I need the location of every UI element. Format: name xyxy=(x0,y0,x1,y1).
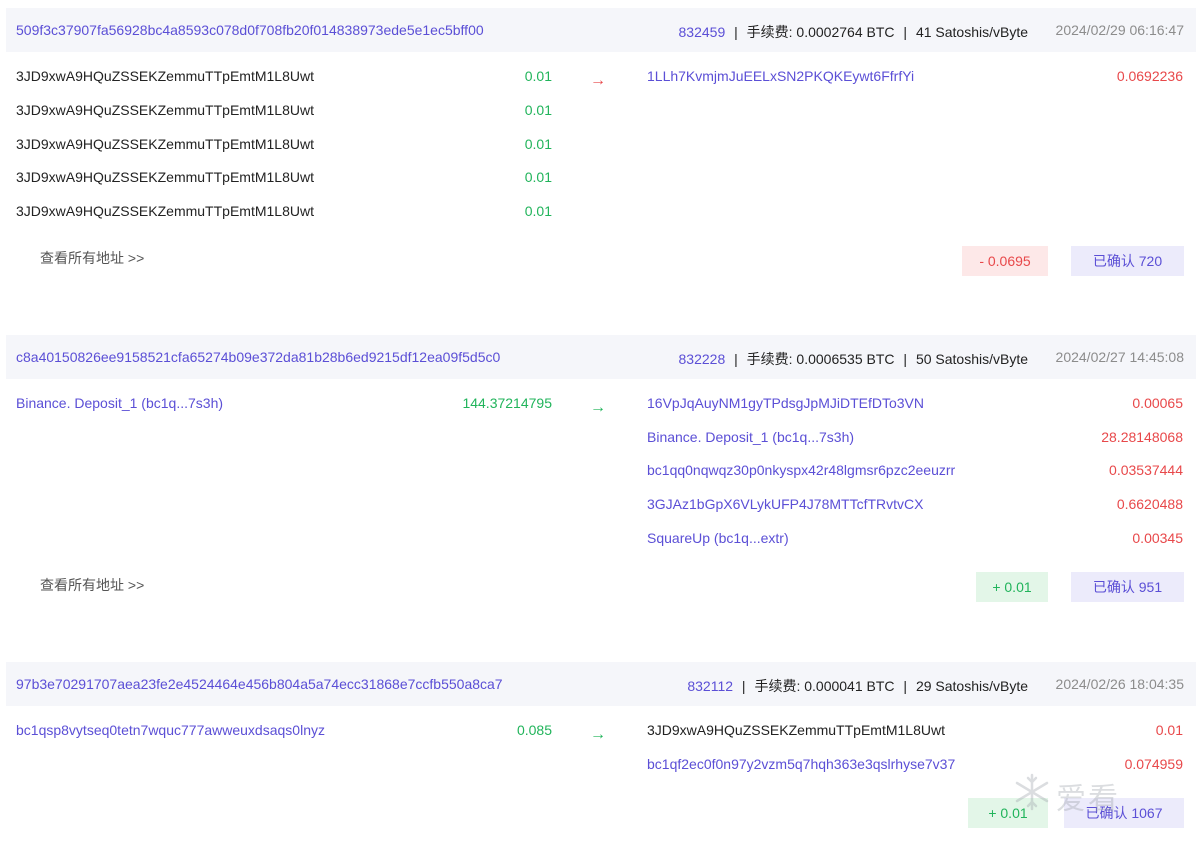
separator: | xyxy=(734,24,738,40)
tx-timestamp: 2024/02/26 18:04:35 xyxy=(1055,676,1184,692)
block-height-link[interactable]: 832459 xyxy=(679,24,726,40)
tx-meta: 832228 | 手续费: 0.0006535 BTC | 50 Satoshi… xyxy=(679,349,1028,369)
output-amount: 0.6620488 xyxy=(1116,496,1183,512)
watermark-text: 爱看 xyxy=(1056,783,1120,816)
fee-label: 手续费: 0.0002764 BTC xyxy=(746,24,895,40)
arrow-right-icon: → xyxy=(590,726,606,743)
input-amount: 0.01 xyxy=(524,136,552,152)
transaction-header: 509f3c37907fa56928bc4a8593c078d0f708fb20… xyxy=(6,8,1196,52)
input-address: 3JD9xwA9HQuZSSEKZemmuTTpEmtM1L8Uwt xyxy=(16,169,314,185)
view-all-addresses-link[interactable]: 查看所有地址 >> xyxy=(40,248,144,268)
output-amount: 0.0692236 xyxy=(1116,68,1183,84)
tx-meta: 832459 | 手续费: 0.0002764 BTC | 41 Satoshi… xyxy=(679,22,1028,42)
txid-link[interactable]: c8a40150826ee9158521cfa65274b09e372da81b… xyxy=(16,349,500,365)
separator: | xyxy=(903,351,908,367)
input-amount: 0.01 xyxy=(524,68,552,84)
arrow-right-icon: → xyxy=(590,72,606,89)
input-address-link[interactable]: Binance. Deposit_1 (bc1q...7s3h) xyxy=(16,395,223,415)
output-amount: 0.00065 xyxy=(1132,395,1183,411)
input-address: 3JD9xwA9HQuZSSEKZemmuTTpEmtM1L8Uwt xyxy=(16,68,314,84)
output-amount: 0.01 xyxy=(1155,722,1183,738)
watermark-logo: 爱看 xyxy=(1012,764,1132,834)
block-height-link[interactable]: 832228 xyxy=(679,351,726,367)
transaction-header: 97b3e70291707aea23fe2e4524464e456b804a5a… xyxy=(6,662,1196,706)
transaction-1: 509f3c37907fa56928bc4a8593c078d0f708fb20… xyxy=(0,8,1200,298)
arrow-right-icon: → xyxy=(590,399,606,416)
confirmations-badge: 已确认 951 xyxy=(1071,572,1184,602)
fee-rate: 29 Satoshis/vByte xyxy=(915,678,1028,694)
separator: | xyxy=(903,24,908,40)
separator: | xyxy=(903,678,908,694)
tx-timestamp: 2024/02/29 06:16:47 xyxy=(1055,22,1184,38)
output-address: 3JD9xwA9HQuZSSEKZemmuTTpEmtM1L8Uwt xyxy=(647,722,945,738)
fee-label: 手续费: 0.0006535 BTC xyxy=(746,351,895,367)
output-address-link[interactable]: SquareUp (bc1q...extr) xyxy=(647,530,789,550)
input-amount: 0.01 xyxy=(524,102,552,118)
separator: | xyxy=(741,678,746,694)
output-address-link[interactable]: bc1qq0nqwqz30p0nkyspx42r48lgmsr6pzc2eeuz… xyxy=(647,462,955,482)
input-amount: 0.01 xyxy=(524,169,552,185)
net-amount-badge: + 0.01 xyxy=(976,572,1048,602)
txid-link[interactable]: 509f3c37907fa56928bc4a8593c078d0f708fb20… xyxy=(16,22,484,38)
view-all-addresses-link[interactable]: 查看所有地址 >> xyxy=(40,575,144,595)
transaction-header: c8a40150826ee9158521cfa65274b09e372da81b… xyxy=(6,335,1196,379)
net-amount-badge: - 0.0695 xyxy=(962,246,1048,276)
separator: | xyxy=(734,351,738,367)
transaction-2: c8a40150826ee9158521cfa65274b09e372da81b… xyxy=(0,335,1200,625)
fee-rate: 41 Satoshis/vByte xyxy=(915,24,1028,40)
tx-timestamp: 2024/02/27 14:45:08 xyxy=(1055,349,1184,365)
snowflake-icon xyxy=(1015,773,1049,811)
output-address-link[interactable]: 16VpJqAuyNM1gyTPdsgJpMJiDTEfDTo3VN xyxy=(647,395,924,415)
output-address-link[interactable]: bc1qf2ec0f0n97y2vzm5q7hqh363e3qslrhyse7v… xyxy=(647,756,955,776)
output-address-link[interactable]: 1LLh7KvmjmJuEELxSN2PKQKEywt6FfrfYi xyxy=(647,68,914,88)
input-amount: 144.37214795 xyxy=(462,395,552,411)
tx-meta: 832112 | 手续费: 0.000041 BTC | 29 Satoshis… xyxy=(687,676,1028,696)
output-amount: 0.00345 xyxy=(1132,530,1183,546)
input-address-link[interactable]: bc1qsp8vytseq0tetn7wquc777awweuxdsaqs0ln… xyxy=(16,722,325,742)
output-amount: 28.28148068 xyxy=(1101,429,1183,445)
input-address: 3JD9xwA9HQuZSSEKZemmuTTpEmtM1L8Uwt xyxy=(16,136,314,152)
input-amount: 0.01 xyxy=(524,203,552,219)
output-amount: 0.03537444 xyxy=(1109,462,1183,478)
fee-rate: 50 Satoshis/vByte xyxy=(915,351,1028,367)
output-address-link[interactable]: 3GJAz1bGpX6VLykUFP4J78MTTcfTRvtvCX xyxy=(647,496,923,516)
confirmations-badge: 已确认 720 xyxy=(1071,246,1184,276)
fee-label: 手续费: 0.000041 BTC xyxy=(754,678,895,694)
input-amount: 0.085 xyxy=(516,722,552,738)
block-height-link[interactable]: 832112 xyxy=(687,678,733,694)
input-address: 3JD9xwA9HQuZSSEKZemmuTTpEmtM1L8Uwt xyxy=(16,102,314,118)
output-address-link[interactable]: Binance. Deposit_1 (bc1q...7s3h) xyxy=(647,429,854,449)
txid-link[interactable]: 97b3e70291707aea23fe2e4524464e456b804a5a… xyxy=(16,676,503,692)
input-address: 3JD9xwA9HQuZSSEKZemmuTTpEmtM1L8Uwt xyxy=(16,203,314,219)
